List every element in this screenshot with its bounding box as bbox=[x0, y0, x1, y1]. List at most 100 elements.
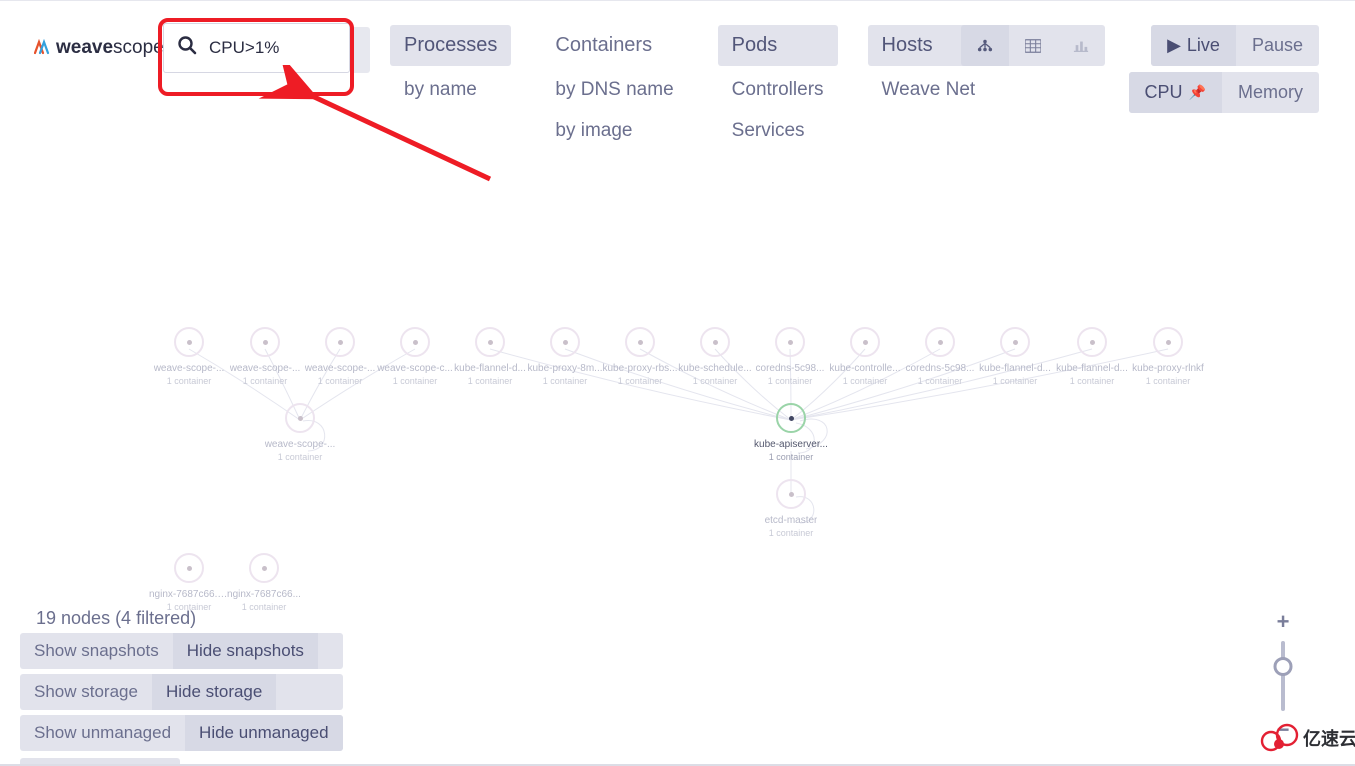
hide-unmanaged-button[interactable]: Hide unmanaged bbox=[185, 715, 342, 751]
pause-label: Pause bbox=[1252, 35, 1303, 56]
node-sublabel: 1 container bbox=[543, 376, 588, 386]
graph-node[interactable]: kube-flannel-d... 1 container bbox=[450, 327, 530, 386]
search-box[interactable] bbox=[163, 23, 350, 73]
node-label: kube-flannel-d... bbox=[454, 363, 526, 374]
play-icon: ▶ bbox=[1167, 35, 1181, 56]
topology-graph[interactable]: weave-scope-... 1 container weave-scope-..… bbox=[0, 131, 1355, 571]
graph-node[interactable]: kube-controlle... 1 container bbox=[825, 327, 905, 386]
node-sublabel: 1 container bbox=[769, 452, 814, 462]
metric-cpu-button[interactable]: CPU 📌 bbox=[1129, 72, 1222, 113]
graph-node[interactable]: weave-scope-... 1 container bbox=[300, 327, 380, 386]
logo: weavescope bbox=[34, 37, 164, 59]
zoom-in-button[interactable]: + bbox=[1271, 609, 1295, 635]
node-label: kube-controlle... bbox=[829, 363, 900, 374]
node-sublabel: 1 container bbox=[468, 376, 513, 386]
graph-node[interactable]: kube-flannel-d...1 container bbox=[1052, 327, 1132, 386]
show-unmanaged-button[interactable]: Show unmanaged bbox=[20, 715, 185, 751]
node-label: weave-scope-... bbox=[154, 363, 225, 374]
graph-node[interactable]: nginx-7687c66... 1 container bbox=[224, 553, 304, 612]
graph-node[interactable]: kube-schedule...1 container bbox=[675, 327, 755, 386]
metric-memory-button[interactable]: Memory bbox=[1222, 72, 1319, 113]
layout-chart-button[interactable] bbox=[1057, 25, 1105, 66]
node-label: nginx-7687c66... bbox=[227, 589, 301, 600]
graph-node[interactable]: weave-scope-c...1 container bbox=[375, 327, 455, 386]
memory-label: Memory bbox=[1238, 82, 1303, 103]
nav-containers[interactable]: Containers bbox=[541, 25, 687, 66]
live-button[interactable]: ▶ Live bbox=[1151, 25, 1236, 66]
logo-text-bold: weave bbox=[56, 37, 113, 58]
node-sublabel: 1 container bbox=[167, 602, 212, 612]
layout-graph-button[interactable] bbox=[961, 25, 1009, 66]
node-label: kube-apiserver... bbox=[754, 439, 828, 450]
graph-node[interactable]: kube-apiserver... 1 container bbox=[751, 403, 831, 462]
logo-icon bbox=[34, 39, 52, 57]
node-ring-icon bbox=[700, 327, 730, 357]
graph-node[interactable]: weave-scope-...1 container bbox=[225, 327, 305, 386]
node-sublabel: 1 container bbox=[242, 602, 287, 612]
node-ring-icon bbox=[174, 327, 204, 357]
graph-node[interactable]: coredns-5c98...1 container bbox=[900, 327, 980, 386]
nav-processes-byname[interactable]: by name bbox=[390, 73, 511, 107]
zoom-track[interactable] bbox=[1281, 641, 1285, 711]
graph-node[interactable]: nginx-7687c66...er 1 container bbox=[149, 553, 229, 612]
node-sublabel: 1 container bbox=[318, 376, 363, 386]
layout-table-button[interactable] bbox=[1009, 25, 1057, 66]
logo-text-thin: scope bbox=[113, 37, 164, 58]
node-ring-icon bbox=[325, 327, 355, 357]
node-label: etcd-master bbox=[765, 515, 818, 526]
pin-icon: 📌 bbox=[1189, 84, 1206, 101]
nav-pods[interactable]: Pods bbox=[718, 25, 838, 66]
right-controls: ▶ Live Pause CPU 📌 Memory bbox=[961, 25, 1319, 113]
pause-button[interactable]: Pause bbox=[1236, 25, 1319, 66]
node-label: weave-scope-... bbox=[265, 439, 336, 450]
graph-node[interactable]: weave-scope-... 1 container bbox=[260, 403, 340, 462]
hide-snapshots-button[interactable]: Hide snapshots bbox=[173, 633, 318, 669]
node-label: kube-flannel-d... bbox=[1056, 363, 1128, 374]
node-ring-icon bbox=[925, 327, 955, 357]
node-sublabel: 1 container bbox=[993, 376, 1038, 386]
node-label: weave-scope-... bbox=[305, 363, 376, 374]
node-sublabel: 1 container bbox=[843, 376, 888, 386]
graph-node[interactable]: kube-proxy-rlnkf1 container bbox=[1128, 327, 1208, 386]
zoom-handle[interactable] bbox=[1274, 657, 1293, 676]
layout-mode-segment bbox=[961, 25, 1105, 66]
node-ring-icon bbox=[400, 327, 430, 357]
show-storage-button[interactable]: Show storage bbox=[20, 674, 152, 710]
node-ring-icon bbox=[285, 403, 315, 433]
graph-node[interactable]: etcd-master 1 container bbox=[751, 479, 831, 538]
node-ring-icon bbox=[174, 553, 204, 583]
metric-segment: CPU 📌 Memory bbox=[1129, 72, 1319, 113]
node-ring-icon bbox=[776, 403, 806, 433]
node-sublabel: 1 container bbox=[693, 376, 738, 386]
node-sublabel: 1 container bbox=[167, 376, 212, 386]
node-sublabel: 1 container bbox=[769, 528, 814, 538]
node-label: nginx-7687c66...er bbox=[149, 589, 229, 600]
node-sublabel: 1 container bbox=[918, 376, 963, 386]
search-input[interactable] bbox=[197, 38, 430, 58]
bottom-segment-peek bbox=[20, 758, 180, 764]
playback-segment: ▶ Live Pause bbox=[1151, 25, 1319, 66]
graph-node[interactable]: coredns-5c98... 1 container bbox=[750, 327, 830, 386]
graph-node[interactable]: kube-proxy-8m... 1 container bbox=[525, 327, 605, 386]
node-sublabel: 1 container bbox=[768, 376, 813, 386]
node-ring-icon bbox=[249, 553, 279, 583]
hide-storage-button[interactable]: Hide storage bbox=[152, 674, 276, 710]
filter-controls: Show snapshots Hide snapshots Show stora… bbox=[20, 633, 343, 751]
node-sublabel: 1 container bbox=[243, 376, 288, 386]
show-snapshots-button[interactable]: Show snapshots bbox=[20, 633, 173, 669]
node-ring-icon bbox=[1000, 327, 1030, 357]
graph-node[interactable]: kube-proxy-rbs...1 container bbox=[600, 327, 680, 386]
storage-segment: Show storage Hide storage bbox=[20, 674, 343, 710]
graph-node[interactable]: weave-scope-... 1 container bbox=[149, 327, 229, 386]
node-label: kube-proxy-8m... bbox=[527, 363, 602, 374]
node-sublabel: 1 container bbox=[1146, 376, 1191, 386]
node-sublabel: 1 container bbox=[278, 452, 323, 462]
nav-pods-controllers[interactable]: Controllers bbox=[718, 73, 838, 107]
graph-node[interactable]: kube-flannel-d...1 container bbox=[975, 327, 1055, 386]
search-icon bbox=[177, 35, 197, 61]
nav-containers-dns[interactable]: by DNS name bbox=[541, 73, 687, 107]
node-ring-icon bbox=[550, 327, 580, 357]
node-label: coredns-5c98... bbox=[756, 363, 825, 374]
live-label: Live bbox=[1187, 35, 1220, 56]
node-ring-icon bbox=[775, 327, 805, 357]
